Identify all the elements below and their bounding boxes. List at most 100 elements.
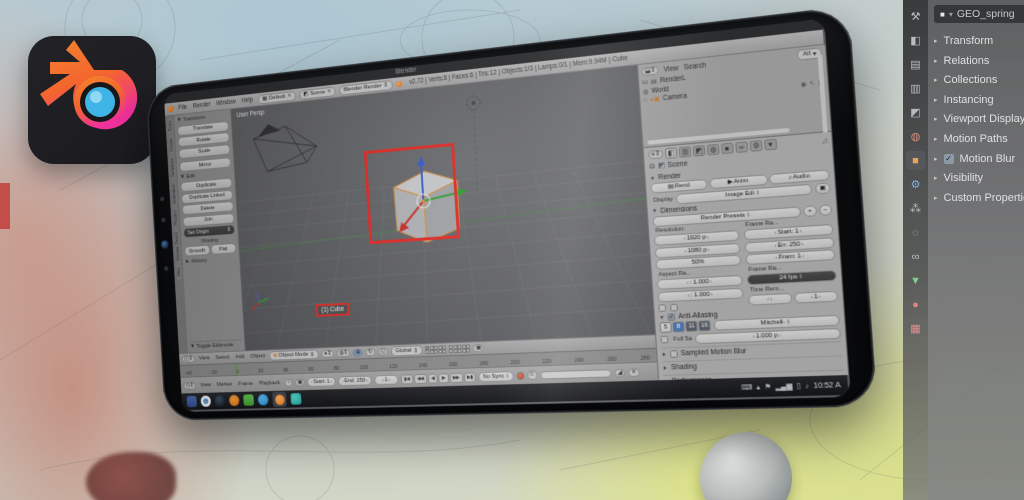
tab-output-icon[interactable]: ▤ (906, 55, 925, 74)
aa-samples-5[interactable]: 5 (660, 322, 672, 333)
resize-corner-icon[interactable]: ◿ (821, 136, 827, 144)
play-button[interactable]: ▶ (438, 373, 449, 383)
menu-item[interactable]: Frame (236, 381, 254, 387)
menu-item[interactable]: Render (191, 101, 212, 110)
tab-scene-icon[interactable]: ◩ (693, 145, 706, 157)
aa-checkbox[interactable]: ✓ (667, 313, 675, 321)
menu-item[interactable]: Add (234, 354, 247, 360)
menu-item[interactable]: View (197, 355, 211, 361)
tab-view-layer-icon[interactable]: ▥ (906, 79, 925, 98)
visibility-eye-icon[interactable]: ◉ (800, 81, 806, 88)
close-icon[interactable]: ✕ (287, 93, 291, 99)
app-icon-sketch[interactable] (290, 393, 301, 405)
add-preset-button[interactable]: + (803, 205, 817, 217)
tab-render-icon[interactable]: ◧ (906, 31, 925, 50)
layer-buttons-2[interactable] (449, 344, 471, 353)
translate-manipulator-button[interactable]: ⊕ (353, 349, 363, 357)
tab-object-icon[interactable]: ■ (721, 143, 734, 155)
app-icon-files[interactable] (186, 396, 197, 407)
scale-manipulator-button[interactable]: ◱ (378, 348, 389, 356)
close-icon[interactable]: ✕ (327, 88, 331, 94)
tab-world-icon[interactable]: ◍ (906, 127, 925, 146)
tab-data-icon[interactable]: ▼ (764, 139, 777, 151)
app-icon-android[interactable] (243, 394, 254, 406)
pin-icon[interactable]: ⊙ (649, 162, 655, 171)
panel-instancing[interactable]: ▸Instancing (934, 94, 1024, 106)
play-reverse-button[interactable]: ◀ (427, 373, 437, 383)
display-extra-button[interactable]: ▣ (814, 182, 830, 194)
app-icon-chrome[interactable] (200, 395, 211, 406)
tab-constraints-icon[interactable]: ∞ (735, 141, 748, 153)
editor-type-selector[interactable]: ⬓⇕ (641, 66, 658, 76)
aa-samples-8[interactable]: 8 (672, 321, 684, 332)
lock-range-icon[interactable]: ▣ (295, 378, 305, 386)
selectability-icon[interactable]: ↖ (809, 80, 815, 87)
keying-set-icon[interactable]: ⚿ (527, 370, 538, 379)
menu-item[interactable]: Playback (257, 380, 282, 386)
crop-checkbox[interactable] (670, 304, 678, 312)
current-frame-field[interactable]: ‹1› (374, 374, 398, 384)
shading-selector[interactable]: ●⇕ (321, 350, 334, 358)
editor-type-selector[interactable]: ◷⇕ (183, 382, 196, 390)
tab-scene-icon[interactable]: ◩ (906, 103, 925, 122)
tab-particles-icon[interactable]: ⁂ (906, 199, 925, 218)
smooth-button[interactable]: Smooth (184, 245, 210, 257)
remove-preset-button[interactable]: − (818, 204, 832, 216)
shelf-tab[interactable]: Tools (167, 118, 173, 135)
outliner-search-menu[interactable]: Search (684, 61, 707, 71)
frame-start-field[interactable]: ‹Start: 1› (307, 376, 336, 386)
border-checkbox[interactable] (658, 304, 666, 312)
app-icon-dark[interactable] (215, 395, 226, 406)
viewport-3d[interactable]: User Persp (1) Cube (231, 65, 655, 350)
expand-tray-icon[interactable]: ▴ (756, 383, 760, 392)
panel-custom-properties[interactable]: ▸Custom Properties (934, 192, 1024, 204)
delete-key-icon[interactable]: ✕ (628, 368, 640, 377)
volume-icon[interactable]: ♪ (805, 382, 809, 390)
blender-menu-icon[interactable] (168, 105, 174, 112)
full-sample-checkbox[interactable] (660, 336, 668, 344)
insert-key-icon[interactable]: ◢ (614, 368, 625, 377)
layer-buttons[interactable] (425, 345, 446, 354)
sync-selector[interactable]: No Sync⇕ (479, 371, 514, 382)
app-icon-video[interactable] (229, 395, 240, 406)
aspect-y-field[interactable]: ‹: 1.000› (657, 287, 743, 302)
tab-render-layers-icon[interactable]: ▥ (679, 146, 692, 158)
panel-relations[interactable]: ▸Relations (934, 55, 1024, 67)
shelf-tab[interactable]: Relations (169, 155, 175, 180)
lock-icon[interactable]: ▣ (473, 344, 484, 352)
menu-item[interactable]: View (198, 382, 212, 388)
time-new-field[interactable]: ‹1› (793, 291, 838, 304)
prev-keyframe-button[interactable]: ◀◀ (413, 373, 427, 383)
operator-panel-header[interactable]: ▼ Toggle Editmode (190, 339, 242, 350)
tab-material-icon[interactable]: ● (906, 295, 925, 314)
menu-item[interactable]: Help (240, 96, 255, 104)
menu-item[interactable]: Select (214, 355, 232, 361)
frame-end-field[interactable]: ‹End: 250› (338, 375, 372, 386)
aa-samples-16[interactable]: 16 (698, 320, 711, 331)
rotate-manipulator-button[interactable]: ↻ (365, 348, 375, 356)
panel-viewport-display[interactable]: ▸Viewport Display (934, 113, 1024, 125)
panel-visibility[interactable]: ▸Visibility (934, 172, 1024, 184)
record-button[interactable] (516, 371, 524, 379)
tab-object-icon[interactable]: ■ (906, 151, 925, 170)
tab-render-icon[interactable]: ◧ (665, 147, 677, 158)
flat-button[interactable]: Flat (210, 243, 236, 255)
app-icon-twitter[interactable] (258, 394, 269, 406)
pivot-selector[interactable]: ◍⇕ (336, 349, 350, 357)
editor-type-selector[interactable]: ◫⇕ (182, 355, 195, 363)
tab-tool-icon[interactable]: ⚒ (906, 7, 925, 26)
shelf-tab[interactable]: Misc (176, 265, 182, 280)
outliner-view-menu[interactable]: View (663, 64, 678, 73)
keyboard-icon[interactable]: ⌨ (741, 383, 752, 392)
collapse-icon[interactable]: ⊟ (642, 79, 648, 87)
orientation-selector[interactable]: Global ⇕ (391, 345, 424, 356)
motion-blur-checkbox[interactable]: ✓ (944, 154, 954, 164)
tab-texture-icon[interactable]: ▦ (906, 319, 925, 338)
shelf-tab[interactable]: Create (168, 135, 174, 155)
menu-item[interactable]: Marker (215, 381, 234, 387)
preview-range-icon[interactable]: ◔ (284, 379, 293, 387)
shelf-tab[interactable]: Grease Pencil (174, 229, 181, 264)
menu-item[interactable]: Window (214, 98, 237, 107)
panel-collections[interactable]: ▸Collections (934, 74, 1024, 86)
menu-item[interactable]: File (177, 104, 189, 112)
